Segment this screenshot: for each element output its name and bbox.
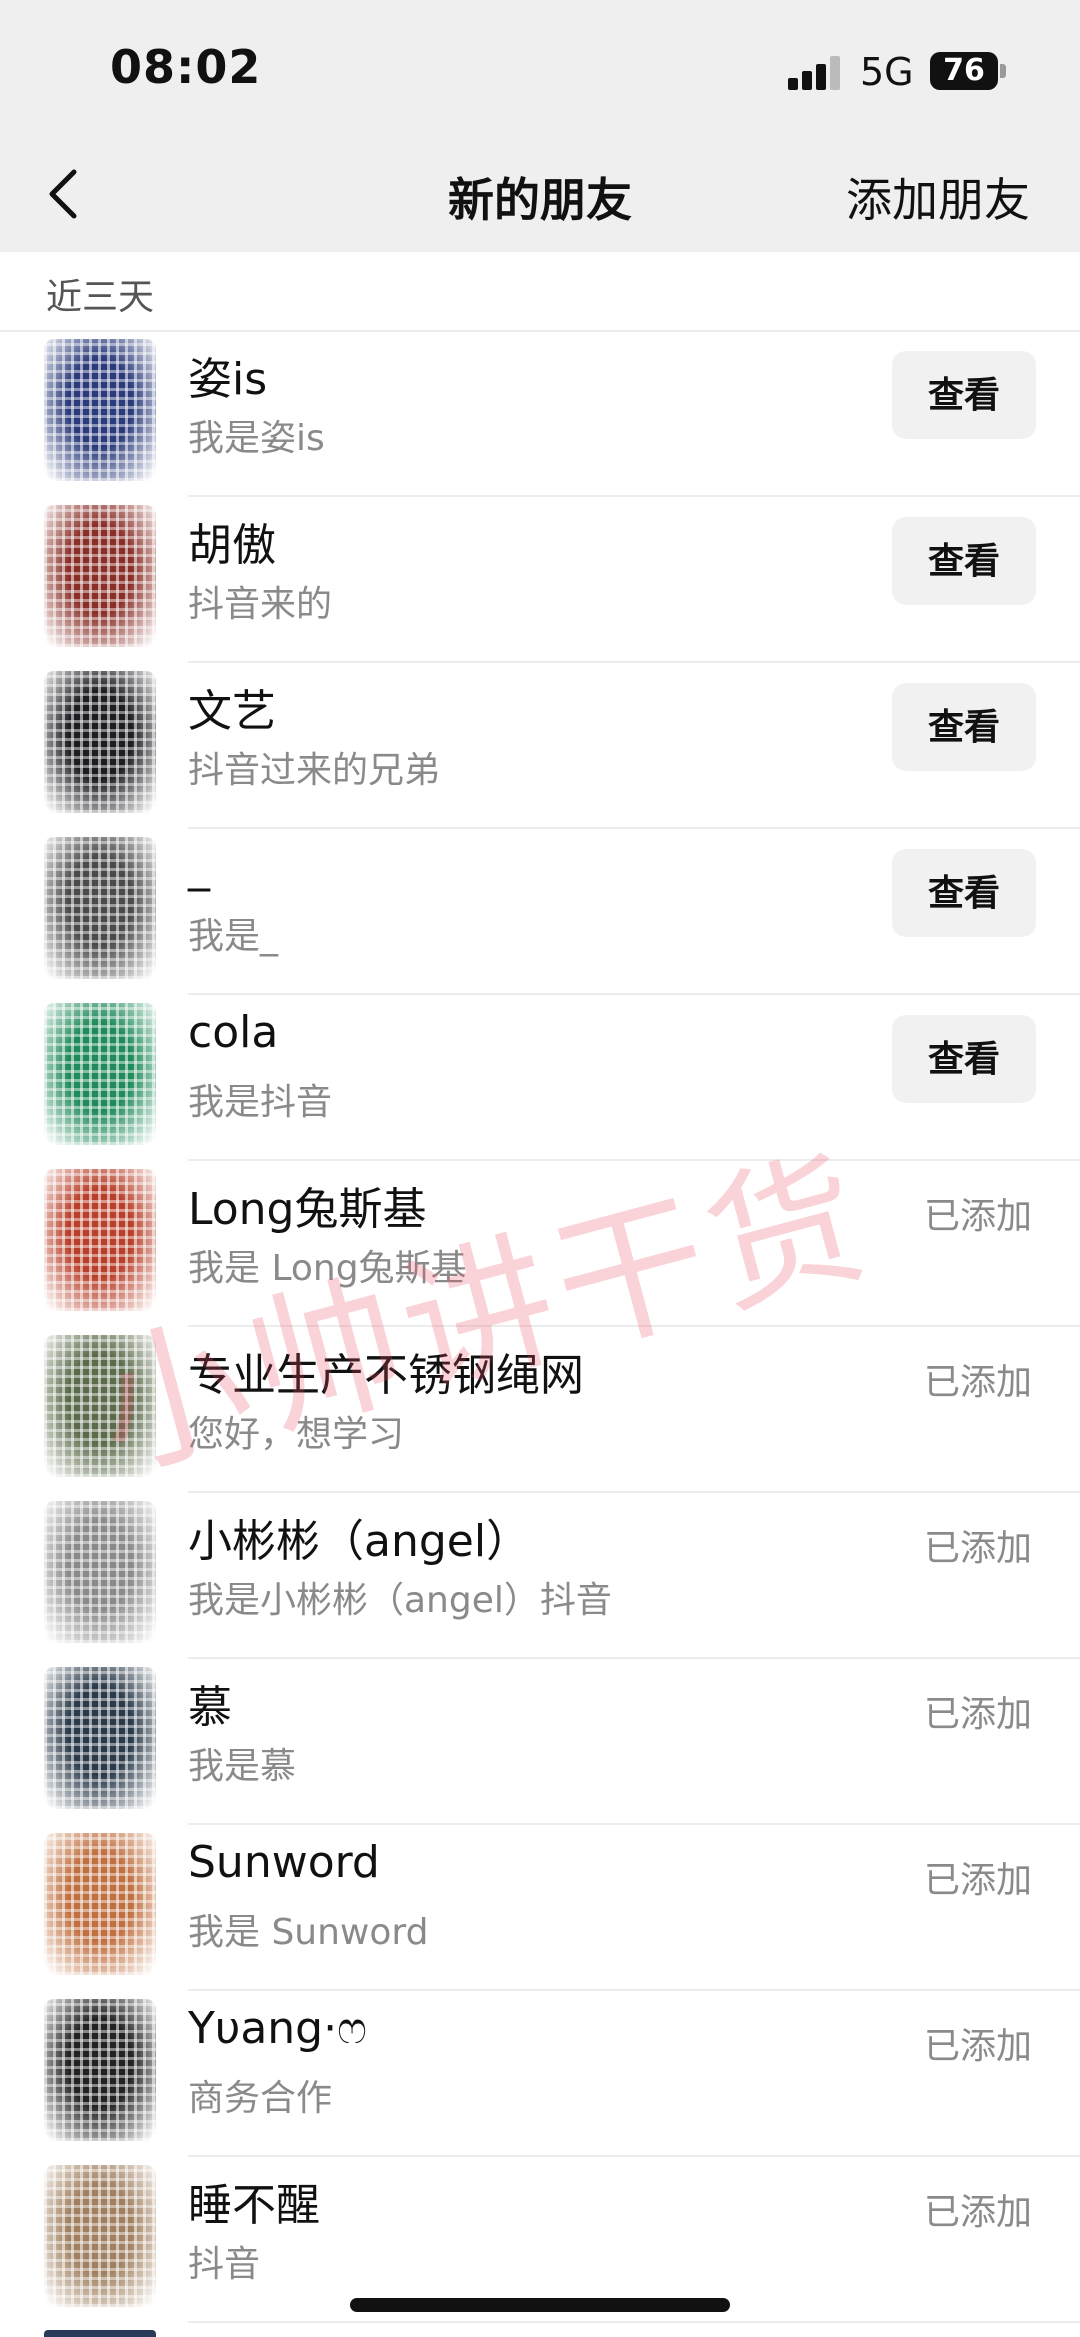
section-header: 近三天 — [0, 252, 1080, 332]
next-avatar-peek — [44, 2330, 156, 2337]
friend-message: 我是抖音 — [188, 1082, 333, 1123]
friend-row[interactable]: cola 我是抖音 查看 — [0, 995, 1080, 1161]
avatar[interactable] — [44, 1833, 156, 1975]
friend-name: Sunword — [188, 1837, 380, 1888]
friend-message: 我是 Sunword — [188, 1912, 429, 1953]
friend-name: 睡不醒 — [188, 2180, 320, 2231]
friend-row[interactable]: Long兔斯基我是 Long兔斯基 已添加 — [0, 1161, 1080, 1327]
new-friends-page: 08:02 5G 76 新的朋友 添加朋友 近三天 姿is 我是姿is 查看 胡傲 抖音… — [0, 0, 1080, 2337]
friend-message: 我是 Long兔斯基 — [188, 1248, 467, 1289]
friend-name: 胡傲 — [188, 520, 276, 571]
friend-name: 小彬彬（angel） — [188, 1516, 531, 1567]
added-status: 已添加 — [923, 1694, 1032, 1735]
friend-row[interactable]: _ 我是_ 查看 — [0, 829, 1080, 995]
view-button[interactable]: 查看 — [892, 351, 1036, 439]
friend-message: 我是小彬彬（angel）抖音 — [188, 1580, 612, 1621]
avatar[interactable] — [44, 1003, 156, 1145]
friend-row[interactable]: 文艺抖音过来的兄弟 查看 — [0, 663, 1080, 829]
view-button[interactable]: 查看 — [892, 849, 1036, 937]
friend-row[interactable]: 小彬彬（angel） 我是小彬彬（angel）抖音 已添加 — [0, 1493, 1080, 1659]
view-button[interactable]: 查看 — [892, 1015, 1036, 1103]
friend-name: 慕 — [188, 1682, 232, 1733]
added-status: 已添加 — [923, 1860, 1032, 1901]
friend-row[interactable]: 胡傲抖音来的 查看 — [0, 497, 1080, 663]
friend-message: 抖音 — [188, 2244, 261, 2285]
friend-row[interactable]: 慕我是慕 已添加 — [0, 1659, 1080, 1825]
battery-level: 76 — [930, 52, 998, 90]
friend-name: 姿is — [188, 354, 268, 405]
avatar[interactable] — [44, 2165, 156, 2307]
view-button[interactable]: 查看 — [892, 517, 1036, 605]
friend-name: cola — [188, 1007, 279, 1058]
added-status: 已添加 — [923, 1196, 1032, 1237]
avatar[interactable] — [44, 837, 156, 979]
view-button[interactable]: 查看 — [892, 683, 1036, 771]
added-status: 已添加 — [923, 1528, 1032, 1569]
added-status: 已添加 — [923, 2026, 1032, 2067]
status-bar: 08:02 5G 76 — [0, 0, 1080, 140]
signal-icon — [788, 56, 844, 90]
avatar[interactable] — [44, 1169, 156, 1311]
row-divider — [188, 2321, 1080, 2323]
battery-icon: 76 — [930, 52, 1006, 90]
friend-message: 我是慕 — [188, 1746, 297, 1787]
navigation-bar: 新的朋友 添加朋友 — [0, 140, 1080, 252]
added-status: 已添加 — [923, 1362, 1032, 1403]
avatar[interactable] — [44, 505, 156, 647]
avatar[interactable] — [44, 1335, 156, 1477]
friend-name: 文艺 — [188, 686, 276, 737]
friend-message: 我是_ — [188, 916, 279, 957]
avatar[interactable] — [44, 1501, 156, 1643]
avatar[interactable] — [44, 671, 156, 813]
friend-row[interactable]: 专业生产不锈钢绳网您好，想学习 已添加 — [0, 1327, 1080, 1493]
friend-name: _ — [188, 841, 210, 892]
friend-message: 您好，想学习 — [188, 1414, 405, 1455]
friend-message: 我是姿is — [188, 418, 325, 459]
status-time: 08:02 — [110, 40, 262, 94]
network-type: 5G — [860, 50, 914, 94]
avatar[interactable] — [44, 1999, 156, 2141]
friend-name: 专业生产不锈钢绳网 — [188, 1350, 584, 1401]
home-indicator[interactable] — [350, 2298, 730, 2312]
added-status: 已添加 — [923, 2192, 1032, 2233]
section-label: 近三天 — [46, 277, 155, 318]
avatar[interactable] — [44, 339, 156, 481]
friend-message: 抖音来的 — [188, 584, 333, 625]
friend-row[interactable]: 姿is 我是姿is 查看 — [0, 331, 1080, 497]
add-friend-button[interactable]: 添加朋友 — [846, 164, 1030, 230]
friend-row[interactable]: Sunword 我是 Sunword 已添加 — [0, 1825, 1080, 1991]
top-bar: 08:02 5G 76 新的朋友 添加朋友 — [0, 0, 1080, 252]
friend-message: 抖音过来的兄弟 — [188, 750, 441, 791]
friend-message: 商务合作 — [188, 2078, 333, 2119]
friend-name: Yυang·ෆ — [188, 2003, 367, 2054]
avatar[interactable] — [44, 1667, 156, 1809]
friend-name: Long兔斯基 — [188, 1184, 427, 1235]
friend-row[interactable]: Yυang·ෆ 商务合作 已添加 — [0, 1991, 1080, 2157]
